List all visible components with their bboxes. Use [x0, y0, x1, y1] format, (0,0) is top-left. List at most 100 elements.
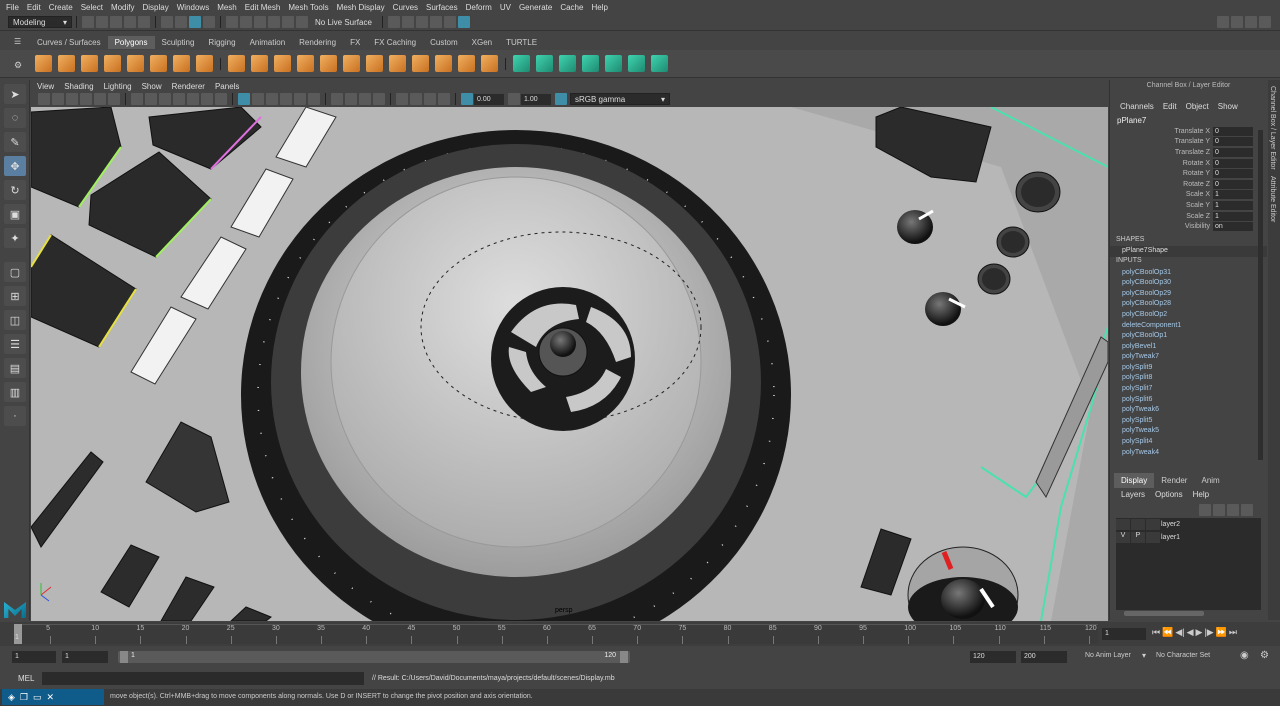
select-object-icon[interactable]	[175, 16, 187, 28]
select-mask-icon[interactable]	[203, 16, 215, 28]
layer-visibility-toggle[interactable]	[1116, 519, 1130, 530]
smooth-icon[interactable]	[297, 55, 314, 72]
channel-menu-edit[interactable]: Edit	[1163, 102, 1177, 116]
input-node[interactable]: polySplit8	[1110, 373, 1267, 384]
tab-fx-caching[interactable]: FX Caching	[367, 36, 423, 49]
object-name[interactable]: pPlane7	[1110, 116, 1267, 126]
input-node[interactable]: polyCBoolOp2	[1110, 310, 1267, 321]
layer-color-swatch[interactable]	[1146, 519, 1160, 530]
layer-playback-toggle[interactable]: P	[1131, 532, 1145, 543]
poly-cube-icon[interactable]	[58, 55, 75, 72]
play-forwards-icon[interactable]: ▶	[1196, 627, 1203, 638]
menu-help[interactable]: Help	[591, 3, 607, 12]
input-node[interactable]: polySplit7	[1110, 384, 1267, 395]
colorspace-dropdown[interactable]: sRGB gamma ▾	[570, 93, 670, 105]
xray-icon[interactable]	[410, 93, 422, 105]
render-view-icon[interactable]	[457, 16, 470, 28]
layers-menu-layers[interactable]: Layers	[1121, 490, 1145, 499]
poly-pipe-icon[interactable]	[196, 55, 213, 72]
tab-turtle[interactable]: TURTLE	[499, 36, 544, 49]
shelf-settings-icon[interactable]: ⚙	[14, 60, 22, 71]
panel-menu-show[interactable]: Show	[142, 82, 162, 91]
undo-icon[interactable]	[124, 16, 136, 28]
tab-curves-surfaces[interactable]: Curves / Surfaces	[30, 36, 108, 49]
make-live-icon[interactable]	[296, 16, 308, 28]
attribute-value[interactable]: 0	[1213, 158, 1253, 168]
uv-layout-icon[interactable]	[628, 55, 645, 72]
tab-rigging[interactable]: Rigging	[201, 36, 242, 49]
tab-polygons[interactable]: Polygons	[107, 36, 155, 49]
open-scene-icon[interactable]	[96, 16, 108, 28]
script-language-label[interactable]: MEL	[18, 674, 34, 683]
uv-spherical-icon[interactable]	[582, 55, 599, 72]
animation-end-field[interactable]: 200	[1021, 651, 1067, 663]
channel-scrollbar[interactable]	[1258, 130, 1263, 460]
step-forward-key-icon[interactable]: ⏩	[1216, 627, 1227, 638]
attribute-row[interactable]: Rotate Y0	[1110, 168, 1267, 179]
camera-attributes-icon[interactable]	[52, 93, 64, 105]
input-node[interactable]: polyTweak7	[1110, 352, 1267, 363]
screen-space-ao-icon[interactable]	[331, 93, 343, 105]
panel-menu-view[interactable]: View	[37, 82, 54, 91]
command-input[interactable]	[42, 672, 364, 685]
attribute-value[interactable]: 0	[1213, 169, 1253, 179]
input-node[interactable]: polyCBoolOp30	[1110, 278, 1267, 289]
layer-scrollbar[interactable]	[1124, 611, 1204, 616]
side-by-side-layout-icon[interactable]: ◫	[4, 310, 26, 330]
redo-icon[interactable]	[138, 16, 150, 28]
menu-mesh[interactable]: Mesh	[217, 3, 237, 12]
select-component-icon[interactable]	[189, 16, 201, 28]
poly-cone-icon[interactable]	[104, 55, 121, 72]
workspace-dropdown[interactable]: Modeling ▾	[8, 16, 72, 28]
menu-deform[interactable]: Deform	[466, 3, 492, 12]
resolution-gate-icon[interactable]	[159, 93, 171, 105]
character-set-label[interactable]: No Character Set	[1156, 652, 1210, 659]
channel-menu-channels[interactable]: Channels	[1120, 102, 1154, 116]
tab-sculpting[interactable]: Sculpting	[155, 36, 202, 49]
bridge-icon[interactable]	[389, 55, 406, 72]
layout-icon[interactable]	[1217, 16, 1229, 28]
input-node[interactable]: polyCBoolOp28	[1110, 299, 1267, 310]
attribute-row[interactable]: Scale X1	[1110, 190, 1267, 201]
attribute-row[interactable]: Translate Y0	[1110, 137, 1267, 148]
combine-icon[interactable]	[228, 55, 245, 72]
input-node[interactable]: polyCBoolOp31	[1110, 268, 1267, 279]
tab-display[interactable]: Display	[1114, 473, 1155, 488]
attribute-value[interactable]: 0	[1213, 147, 1253, 157]
menu-cache[interactable]: Cache	[560, 3, 583, 12]
film-gate-icon[interactable]	[145, 93, 157, 105]
wireframe-icon[interactable]	[238, 93, 250, 105]
two-d-pan-icon[interactable]	[94, 93, 106, 105]
input-node[interactable]: polyTweak4	[1110, 448, 1267, 459]
tab-render[interactable]: Render	[1154, 473, 1194, 488]
uv-cylindrical-icon[interactable]	[559, 55, 576, 72]
channel-menu-show[interactable]: Show	[1218, 102, 1238, 116]
poly-torus-icon[interactable]	[127, 55, 144, 72]
isolate-select-icon[interactable]	[396, 93, 408, 105]
layer-name[interactable]: layer2	[1161, 521, 1180, 528]
poly-cylinder-icon[interactable]	[81, 55, 98, 72]
outliner-layout-icon[interactable]: ☰	[4, 334, 26, 354]
grease-pencil-icon[interactable]	[108, 93, 120, 105]
menu-modify[interactable]: Modify	[111, 3, 135, 12]
hypershade-icon[interactable]	[443, 16, 456, 28]
gamma-icon[interactable]	[508, 93, 520, 105]
multi-cut-icon[interactable]	[343, 55, 360, 72]
uv-planar-icon[interactable]	[513, 55, 530, 72]
fill-hole-icon[interactable]	[458, 55, 475, 72]
last-tool-icon[interactable]: ✦	[4, 228, 26, 248]
select-tool-icon[interactable]: ➤	[4, 84, 26, 104]
lasso-tool-icon[interactable]: ◌	[4, 108, 26, 128]
chevron-down-icon[interactable]: ▾	[1142, 651, 1146, 660]
side-tab[interactable]: Attribute Editor	[1269, 176, 1276, 222]
poly-sphere-icon[interactable]	[35, 55, 52, 72]
restore-window-icon[interactable]: ❐	[20, 692, 28, 703]
attribute-value[interactable]: 1	[1213, 200, 1253, 210]
menu-select[interactable]: Select	[81, 3, 103, 12]
menu-edit[interactable]: Edit	[27, 3, 41, 12]
preferences-icon[interactable]: ⚙	[1260, 650, 1269, 661]
field-chart-icon[interactable]	[187, 93, 199, 105]
panel-menu-lighting[interactable]: Lighting	[104, 82, 132, 91]
toggle-attribute-icon[interactable]	[1231, 16, 1243, 28]
new-scene-icon[interactable]	[82, 16, 94, 28]
